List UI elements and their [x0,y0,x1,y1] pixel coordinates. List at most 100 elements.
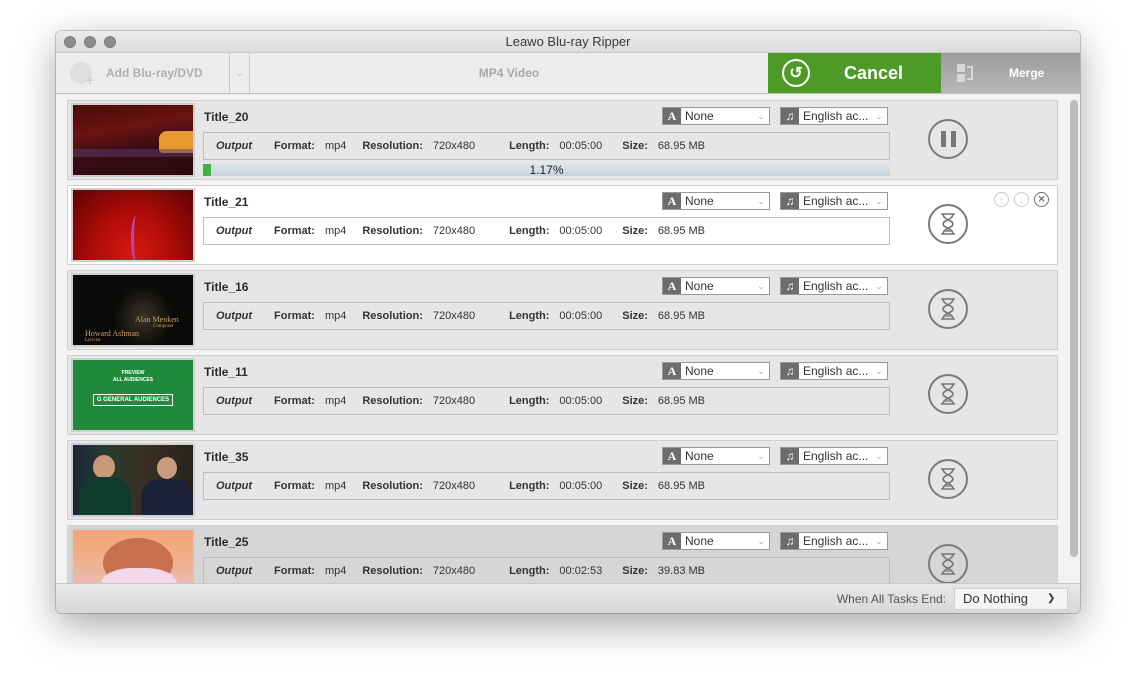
subtitle-value: None [685,109,714,123]
output-label: Output [216,140,253,152]
output-info: Output Format: mp4 Resolution: 720x480 L… [203,132,890,160]
remove-icon[interactable]: ✕ [1034,192,1049,207]
merge-icon [957,64,975,82]
chevron-down-icon: ⌄ [757,365,765,376]
hourglass-icon [941,213,955,235]
subtitle-select[interactable]: A None ⌄ [662,532,770,550]
hourglass-icon [941,298,955,320]
subtitle-select[interactable]: A None ⌄ [662,192,770,210]
subtitle-value: None [685,449,714,463]
audio-select[interactable]: ♫ English ac... ⌄ [780,277,888,295]
subtitle-select[interactable]: A None ⌄ [662,362,770,380]
task-item[interactable]: Title_25 A None ⌄ ♫ English ac... ⌄ Outp… [67,525,1058,583]
length-value: 00:05:00 [559,225,603,237]
window-title: Leawo Blu-ray Ripper [505,34,631,49]
close-window-button[interactable] [64,36,76,48]
chevron-down-icon: ⌄ [875,110,883,121]
cancel-button[interactable]: ↺ Cancel [768,53,941,93]
output-info: Output Format: mp4 Resolution: 720x480 L… [203,302,890,330]
resolution-label: Resolution: [362,140,423,152]
length-value: 00:05:00 [559,140,603,152]
output-info: Output Format: mp4 Resolution: 720x480 L… [203,217,890,245]
resolution-label: Resolution: [362,395,423,407]
size-label: Size: [622,140,648,152]
length-value: 00:05:00 [559,395,603,407]
resolution-value: 720x480 [432,395,476,407]
audio-value: English ac... [803,279,869,293]
resolution-value: 720x480 [432,480,476,492]
subtitle-icon: A [663,533,681,549]
music-note-icon: ♫ [781,193,799,209]
music-note-icon: ♫ [781,278,799,294]
subtitle-icon: A [663,448,681,464]
when-tasks-end-label: When All Tasks End: [836,591,946,606]
chevron-down-icon: ⌄ [875,450,883,461]
refresh-icon: ↺ [782,59,810,87]
subtitle-value: None [685,194,714,208]
row-controls: ↑ ↓ ✕ [994,192,1049,207]
chevron-down-icon: ⌄ [757,535,765,546]
task-item[interactable]: Title_21 A None ⌄ ♫ English ac... ⌄ Outp… [67,185,1058,265]
subtitle-select[interactable]: A None ⌄ [662,107,770,125]
subtitle-icon: A [663,108,681,124]
audio-value: English ac... [803,109,869,123]
waiting-status [928,459,968,499]
resolution-value: 720x480 [432,140,476,152]
subtitle-value: None [685,279,714,293]
add-bluray-dvd-button[interactable]: Add Blu-ray/DVD [56,53,230,93]
resolution-value: 720x480 [432,310,476,322]
chevron-down-icon: ⌄ [875,365,883,376]
subtitle-icon: A [663,193,681,209]
format-value: mp4 [324,565,347,577]
add-dropdown-button[interactable]: ⌄ [230,53,250,93]
progress-label: 1.17% [529,163,564,177]
when-tasks-end-select[interactable]: Do Nothing ❯ [954,587,1068,610]
size-value: 68.95 MB [657,225,706,237]
task-item[interactable]: Alan Menken Composer Howard Ashman Lyricist… [67,270,1058,350]
format-label: Format: [274,565,315,577]
chevron-down-icon: ⌄ [235,67,244,79]
progress-bar: 1.17% [203,163,890,177]
move-up-icon[interactable]: ↑ [994,192,1009,207]
length-label: Length: [509,310,550,322]
audio-select[interactable]: ♫ English ac... ⌄ [780,532,888,550]
output-label: Output [216,480,253,492]
size-value: 39.83 MB [657,565,706,577]
merge-label: Merge [1009,66,1045,80]
merge-button[interactable]: Merge [941,53,1080,93]
when-tasks-end-value: Do Nothing [963,591,1029,606]
chevron-down-icon: ⌄ [757,280,765,291]
audio-select[interactable]: ♫ English ac... ⌄ [780,362,888,380]
task-title: Title_25 [204,535,249,549]
music-note-icon: ♫ [781,108,799,124]
minimize-window-button[interactable] [84,36,96,48]
music-note-icon: ♫ [781,533,799,549]
app-window: Leawo Blu-ray Ripper Add Blu-ray/DVD ⌄ M… [56,31,1080,613]
subtitle-icon: A [663,278,681,294]
subtitle-icon: A [663,363,681,379]
profile-label: MP4 Video [478,66,540,80]
size-value: 68.95 MB [657,480,706,492]
audio-select[interactable]: ♫ English ac... ⌄ [780,107,888,125]
move-down-icon[interactable]: ↓ [1014,192,1029,207]
task-item[interactable]: PREVIEW ALL AUDIENCES G GENERAL AUDIENCES … [67,355,1058,435]
audio-select[interactable]: ♫ English ac... ⌄ [780,192,888,210]
profile-selector[interactable]: MP4 Video [250,53,768,93]
length-value: 00:02:53 [559,565,603,577]
zoom-window-button[interactable] [104,36,116,48]
title-bar: Leawo Blu-ray Ripper [56,31,1080,53]
subtitle-select[interactable]: A None ⌄ [662,447,770,465]
format-label: Format: [274,225,315,237]
audio-select[interactable]: ♫ English ac... ⌄ [780,447,888,465]
task-item[interactable]: Title_20 A None ⌄ ♫ English ac... ⌄ Outp… [67,100,1058,180]
chevron-down-icon: ⌄ [757,110,765,121]
format-value: mp4 [324,140,347,152]
chevron-down-icon: ⌄ [875,195,883,206]
task-item[interactable]: Title_35 A None ⌄ ♫ English ac... ⌄ Outp… [67,440,1058,520]
subtitle-select[interactable]: A None ⌄ [662,277,770,295]
pause-button[interactable] [928,119,968,159]
format-label: Format: [274,140,315,152]
scrollbar[interactable] [1070,100,1078,557]
size-label: Size: [622,565,648,577]
output-info: Output Format: mp4 Resolution: 720x480 L… [203,472,890,500]
